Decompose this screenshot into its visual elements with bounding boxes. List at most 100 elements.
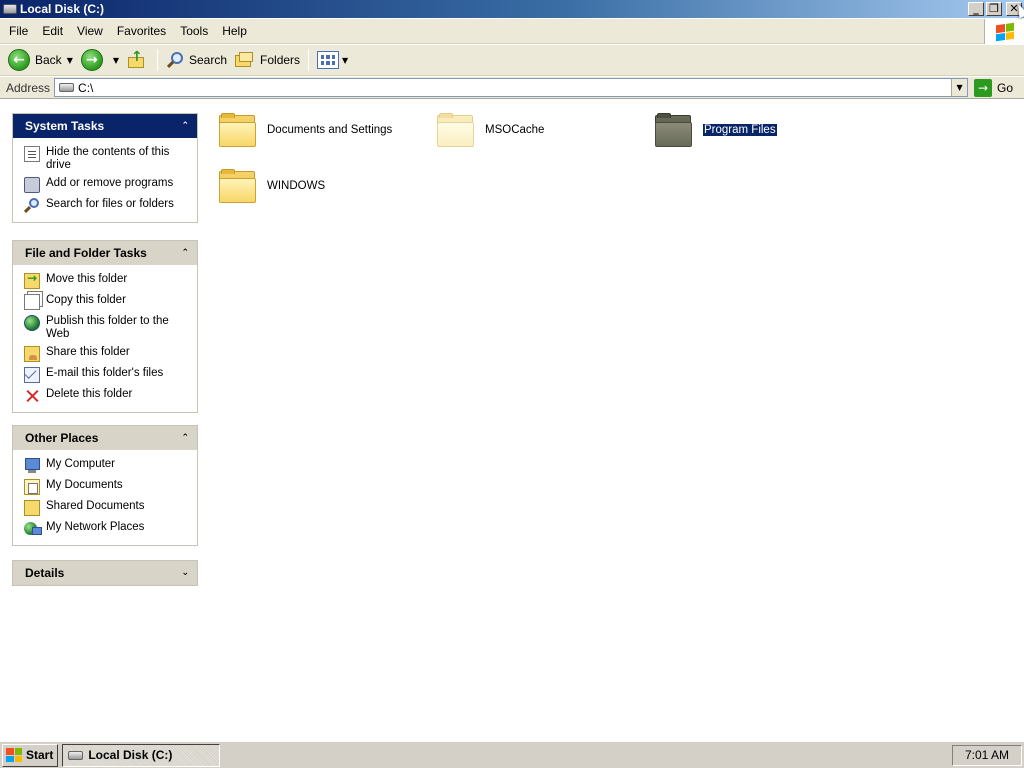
task-label[interactable]: Copy this folder bbox=[46, 294, 126, 307]
task-search-files[interactable]: Search for files or folders bbox=[23, 198, 191, 214]
toolbar: ← Back ▼ → ▼ ↑ Search Folders ▼ bbox=[0, 45, 1024, 76]
windows-flag-icon bbox=[995, 22, 1014, 41]
folder-item[interactable]: WINDOWS bbox=[219, 169, 325, 203]
email-icon bbox=[24, 367, 40, 383]
task-move-folder[interactable]: Move this folder bbox=[24, 272, 191, 289]
up-button[interactable]: ↑ bbox=[123, 47, 153, 73]
menu-favorites[interactable]: Favorites bbox=[110, 24, 173, 38]
copy-icon bbox=[24, 294, 40, 310]
task-add-remove-programs[interactable]: Add or remove programs bbox=[24, 177, 191, 193]
start-button[interactable]: Start bbox=[2, 743, 59, 767]
other-places-header[interactable]: Other Places ⌃ bbox=[13, 426, 197, 450]
task-label[interactable]: Hide the contents of this drive bbox=[46, 146, 191, 172]
folder-item[interactable]: MSOCache bbox=[437, 113, 544, 147]
task-label[interactable]: Search for files or folders bbox=[46, 198, 174, 211]
details-pane: Details ⌄ bbox=[12, 560, 198, 586]
place-my-computer[interactable]: My Computer bbox=[24, 458, 191, 474]
other-places-title: Other Places bbox=[25, 431, 99, 445]
windows-flag-icon bbox=[6, 748, 22, 762]
folder-icon bbox=[219, 169, 257, 203]
task-publish-web[interactable]: Publish this folder to the Web bbox=[24, 315, 191, 341]
place-label[interactable]: My Computer bbox=[46, 458, 115, 471]
start-label: Start bbox=[26, 748, 54, 762]
system-tasks-title: System Tasks bbox=[25, 119, 105, 133]
menu-help[interactable]: Help bbox=[215, 24, 254, 38]
system-tasks-header[interactable]: System Tasks ⌃ bbox=[13, 114, 197, 138]
programs-icon bbox=[24, 177, 40, 193]
folders-button[interactable]: Folders bbox=[231, 47, 304, 73]
expand-chevron-icon[interactable]: ⌄ bbox=[181, 568, 189, 578]
go-label: Go bbox=[997, 80, 1014, 95]
move-folder-icon bbox=[24, 272, 40, 289]
taskbar-window-button[interactable]: Local Disk (C:) bbox=[62, 743, 221, 767]
menu-edit[interactable]: Edit bbox=[35, 24, 70, 38]
task-share-folder[interactable]: Share this folder bbox=[24, 346, 191, 362]
file-folder-tasks-pane: File and Folder Tasks ⌃ Move this folder… bbox=[12, 240, 198, 413]
forward-button[interactable]: → ▼ bbox=[77, 47, 123, 73]
place-label[interactable]: My Documents bbox=[46, 479, 123, 492]
address-dropdown-icon[interactable]: ▼ bbox=[951, 79, 968, 96]
place-my-documents[interactable]: My Documents bbox=[24, 479, 191, 495]
search-button[interactable]: Search bbox=[162, 47, 231, 73]
restore-button[interactable]: ❐ bbox=[986, 2, 1002, 16]
back-button[interactable]: ← Back ▼ bbox=[4, 47, 77, 73]
windows-logo bbox=[984, 19, 1024, 44]
clock[interactable]: 7:01 AM bbox=[965, 748, 1009, 762]
views-dropdown-icon[interactable]: ▼ bbox=[342, 56, 348, 65]
window-title: Local Disk (C:) bbox=[20, 2, 105, 16]
place-label[interactable]: My Network Places bbox=[46, 521, 144, 534]
folder-item[interactable]: Documents and Settings bbox=[219, 113, 392, 147]
folder-icon bbox=[219, 113, 257, 147]
hidden-folder-icon bbox=[437, 113, 475, 147]
globe-icon bbox=[24, 315, 40, 331]
go-arrow-icon: → bbox=[974, 78, 993, 97]
taskbar: Start Local Disk (C:) 7:01 AM bbox=[0, 741, 1024, 768]
title-bar[interactable]: Local Disk (C:) _ ❐ ✕ bbox=[0, 0, 1024, 18]
collapse-chevron-icon[interactable]: ⌃ bbox=[181, 248, 189, 258]
address-input[interactable]: C:\ ▼ bbox=[54, 78, 969, 97]
forward-dropdown-icon[interactable]: ▼ bbox=[113, 56, 119, 65]
system-tasks-body: Hide the contents of this drive Add or r… bbox=[13, 138, 197, 222]
forward-arrow-icon: → bbox=[80, 49, 103, 71]
details-header[interactable]: Details ⌄ bbox=[13, 561, 197, 585]
search-icon bbox=[166, 51, 184, 69]
back-arrow-icon: ← bbox=[8, 49, 30, 71]
task-label[interactable]: Publish this folder to the Web bbox=[46, 315, 191, 341]
task-copy-folder[interactable]: Copy this folder bbox=[24, 294, 191, 310]
file-folder-tasks-header[interactable]: File and Folder Tasks ⌃ bbox=[13, 241, 197, 265]
back-dropdown-icon[interactable]: ▼ bbox=[67, 56, 73, 65]
place-shared-documents[interactable]: Shared Documents bbox=[24, 500, 191, 516]
task-email-files[interactable]: E-mail this folder's files bbox=[24, 367, 191, 383]
task-label[interactable]: E-mail this folder's files bbox=[46, 367, 163, 380]
menu-bar: File Edit View Favorites Tools Help bbox=[0, 19, 1024, 44]
system-tasks-pane: System Tasks ⌃ Hide the contents of this… bbox=[12, 113, 198, 223]
menu-file[interactable]: File bbox=[0, 24, 35, 38]
drive-icon bbox=[59, 83, 75, 92]
address-label: Address bbox=[6, 80, 51, 95]
task-label[interactable]: Move this folder bbox=[46, 273, 127, 286]
computer-icon bbox=[24, 458, 40, 474]
address-value[interactable]: C:\ bbox=[78, 81, 93, 95]
minimize-button[interactable]: _ bbox=[968, 2, 984, 16]
other-places-pane: Other Places ⌃ My Computer My Documents … bbox=[12, 425, 198, 546]
menu-view[interactable]: View bbox=[70, 24, 110, 38]
place-network-places[interactable]: My Network Places bbox=[24, 521, 191, 537]
views-icon bbox=[317, 51, 340, 69]
task-label[interactable]: Add or remove programs bbox=[46, 177, 173, 190]
go-button[interactable]: → Go bbox=[974, 78, 1014, 97]
back-label: Back bbox=[35, 53, 62, 67]
window-controls: _ ❐ ✕ bbox=[968, 2, 1022, 16]
system-tray: 7:01 AM bbox=[951, 744, 1022, 766]
place-label[interactable]: Shared Documents bbox=[46, 500, 144, 513]
folder-item-selected[interactable]: Program Files bbox=[655, 113, 778, 147]
collapse-chevron-icon[interactable]: ⌃ bbox=[181, 433, 189, 443]
hide-contents-icon bbox=[24, 146, 40, 162]
task-label[interactable]: Delete this folder bbox=[46, 388, 132, 401]
collapse-chevron-icon[interactable]: ⌃ bbox=[181, 121, 189, 131]
drive-icon bbox=[68, 750, 84, 760]
task-hide-drive-contents[interactable]: Hide the contents of this drive bbox=[24, 146, 191, 172]
views-button[interactable]: ▼ bbox=[313, 47, 352, 73]
task-delete-folder[interactable]: Delete this folder bbox=[24, 388, 191, 404]
task-label[interactable]: Share this folder bbox=[46, 346, 130, 359]
menu-tools[interactable]: Tools bbox=[173, 24, 215, 38]
